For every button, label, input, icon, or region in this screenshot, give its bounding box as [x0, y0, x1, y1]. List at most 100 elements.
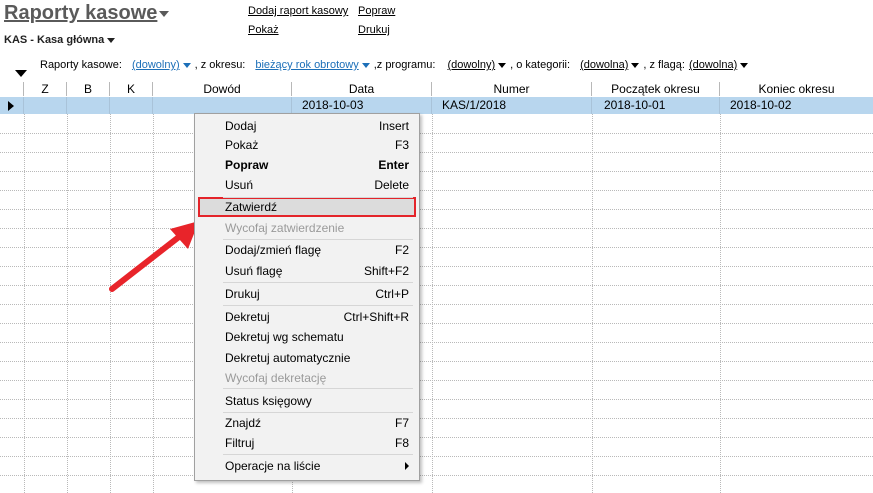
grid-horizontal-line — [0, 475, 873, 476]
menu-item-shortcut: Ctrl+P — [375, 287, 409, 301]
column-header-data[interactable]: Data — [292, 82, 432, 96]
menu-item-add[interactable]: Dodaj Insert — [221, 117, 413, 135]
row-selector-cell[interactable] — [0, 97, 24, 114]
menu-item-filter[interactable]: Filtruj F8 — [221, 434, 413, 452]
cell-poczatek[interactable]: 2018-10-01 — [592, 97, 720, 114]
filter-period-value: bieżący rok obrotowy — [255, 59, 359, 71]
menu-item-label: Dekretuj — [225, 310, 270, 324]
menu-item-label: Dekretuj wg schematu — [225, 330, 344, 344]
column-header-b[interactable]: B — [67, 82, 110, 96]
menu-item-shortcut: Delete — [374, 178, 409, 192]
chevron-down-icon — [740, 62, 749, 68]
correct-link[interactable]: Popraw — [358, 5, 395, 17]
menu-item-shortcut: Insert — [378, 119, 409, 133]
chevron-down-icon — [631, 62, 640, 68]
menu-item-show[interactable]: Pokaż F3 — [221, 136, 413, 154]
menu-item-label: Dodaj/zmień flagę — [225, 243, 322, 257]
cell-k[interactable] — [110, 97, 153, 114]
chevron-right-icon — [405, 462, 409, 470]
filter-category-dropdown[interactable]: (dowolna) — [580, 59, 640, 71]
menu-item-label: Operacje na liście — [225, 459, 321, 473]
grid-horizontal-line — [0, 437, 873, 438]
chevron-down-icon — [498, 62, 507, 68]
menu-separator — [223, 239, 413, 240]
grid-horizontal-line — [0, 323, 873, 324]
filter-reports-dropdown[interactable]: (dowolny) — [132, 59, 191, 71]
add-report-link[interactable]: Dodaj raport kasowy — [248, 5, 348, 17]
menu-separator — [223, 305, 413, 306]
menu-item-decree[interactable]: Dekretuj Ctrl+Shift+R — [221, 308, 413, 326]
menu-item-label: Usuń flagę — [225, 264, 283, 278]
menu-item-remove-flag[interactable]: Usuń flagę Shift+F2 — [221, 262, 413, 280]
cell-z[interactable] — [24, 97, 67, 114]
menu-item-shortcut: Shift+F2 — [363, 264, 409, 278]
filter-period-dropdown[interactable]: bieżący rok obrotowy — [255, 59, 370, 71]
menu-item-add-flag[interactable]: Dodaj/zmień flagę F2 — [221, 241, 413, 259]
grid-horizontal-line — [0, 209, 873, 210]
grid-horizontal-line — [0, 190, 873, 191]
menu-item-shortcut: F8 — [394, 436, 409, 450]
cash-register-selector[interactable]: KAS - Kasa główna — [4, 34, 116, 46]
menu-item-label: Drukuj — [225, 287, 260, 301]
menu-item-shortcut: Ctrl+Shift+R — [343, 310, 409, 324]
column-header-z[interactable]: Z — [24, 82, 67, 96]
cell-dowod[interactable] — [153, 97, 292, 114]
menu-item-find[interactable]: Znajdź F7 — [221, 414, 413, 432]
menu-item-label: Status księgowy — [225, 394, 312, 408]
filter-category-value: (dowolna) — [580, 59, 629, 71]
filter-flag-value: (dowolna) — [688, 59, 738, 71]
column-header-koniec[interactable]: Koniec okresu — [720, 82, 873, 96]
menu-separator — [223, 388, 413, 389]
cell-data[interactable]: 2018-10-03 — [292, 97, 432, 114]
grid-horizontal-line — [0, 361, 873, 362]
show-link[interactable]: Pokaż — [248, 24, 279, 36]
menu-item-label: Pokaż — [225, 138, 259, 152]
filter-label-category: , o kategorii: — [510, 59, 571, 71]
filter-program-value: (dowolny) — [447, 59, 496, 71]
print-link[interactable]: Drukuj — [358, 24, 390, 36]
menu-item-decree-by-scheme[interactable]: Dekretuj wg schematu — [221, 328, 413, 346]
filter-label-flag: , z flagą: — [643, 59, 685, 71]
page-title-text: Raporty kasowe — [4, 2, 158, 24]
filter-flag-dropdown[interactable]: (dowolna) — [688, 59, 749, 71]
collapse-arrow-icon[interactable] — [15, 70, 27, 77]
chevron-down-icon — [159, 10, 170, 17]
menu-item-label: Dodaj — [225, 119, 257, 133]
grid-horizontal-line — [0, 399, 873, 400]
cell-numer[interactable]: KAS/1/2018 — [432, 97, 592, 114]
cash-register-label: KAS - Kasa główna — [4, 34, 105, 46]
menu-item-decree-automatic[interactable]: Dekretuj automatycznie — [221, 349, 413, 367]
menu-item-label: Usuń — [225, 178, 254, 192]
menu-item-label: Znajdź — [225, 416, 262, 430]
column-header-selector — [0, 82, 24, 96]
grid-horizontal-line — [0, 456, 873, 457]
menu-separator — [223, 412, 413, 413]
grid-horizontal-line — [0, 133, 873, 134]
cell-b[interactable] — [67, 97, 110, 114]
cell-koniec[interactable]: 2018-10-02 — [720, 97, 873, 114]
menu-item-label: Zatwierdź — [225, 200, 278, 214]
grid-horizontal-line — [0, 380, 873, 381]
filter-program-dropdown[interactable]: (dowolny) — [447, 59, 507, 71]
column-header-k[interactable]: K — [110, 82, 153, 96]
grid-horizontal-line — [0, 342, 873, 343]
menu-item-shortcut: F2 — [394, 243, 409, 257]
menu-item-label: Wycofaj zatwierdzenie — [225, 221, 345, 235]
menu-item-list-operations[interactable]: Operacje na liście — [221, 457, 413, 475]
column-header-dowod[interactable]: Dowód — [153, 82, 292, 96]
menu-item-print[interactable]: Drukuj Ctrl+P — [221, 285, 413, 303]
menu-item-accounting-status[interactable]: Status księgowy — [221, 392, 413, 410]
filter-label-reports: Raporty kasowe: — [40, 59, 122, 71]
chevron-down-icon — [107, 37, 116, 43]
grid-horizontal-line — [0, 304, 873, 305]
column-header-poczatek[interactable]: Początek okresu — [592, 82, 720, 96]
menu-item-delete[interactable]: Usuń Delete — [221, 176, 413, 194]
menu-item-withdraw-approval: Wycofaj zatwierdzenie — [221, 219, 413, 237]
menu-item-shortcut: F7 — [394, 416, 409, 430]
context-menu-gutter — [195, 114, 220, 480]
page-title[interactable]: Raporty kasowe — [4, 2, 170, 25]
menu-item-label: Filtruj — [225, 436, 255, 450]
menu-item-correct[interactable]: Popraw Enter — [221, 156, 413, 174]
menu-item-approve[interactable]: Zatwierdź — [221, 198, 413, 216]
column-header-numer[interactable]: Numer — [432, 82, 592, 96]
